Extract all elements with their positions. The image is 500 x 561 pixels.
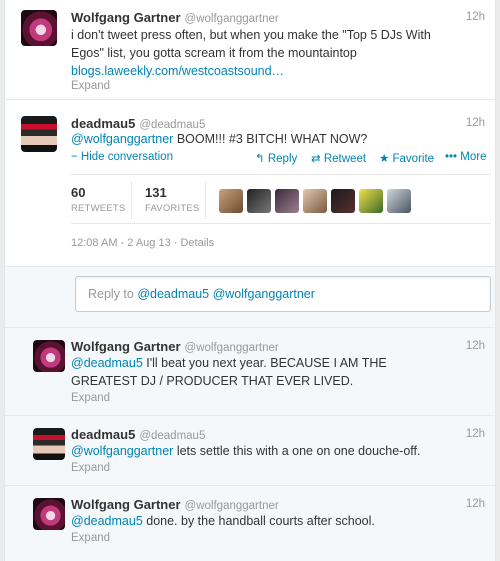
tweet-deadmau5-expanded[interactable]: deadmau5 @deadmau5 12h @wolfganggartner B… bbox=[5, 100, 495, 266]
retweet-icon: ⇄ bbox=[311, 153, 324, 165]
avatar[interactable] bbox=[21, 10, 57, 46]
timeline: Wolfgang Gartner @wolfganggartner 12h i d… bbox=[4, 0, 496, 561]
tweet-link[interactable]: blogs.laweekly.com/westcoastsound… bbox=[71, 62, 475, 80]
display-name[interactable]: Wolfgang Gartner bbox=[71, 339, 181, 354]
expand-link[interactable]: Expand bbox=[71, 462, 110, 474]
mention-link[interactable]: @wolfganggartner bbox=[71, 444, 173, 458]
tweet-text: i don't tweet press often, but when you … bbox=[71, 26, 475, 80]
tweet-text: @wolfganggartner lets settle this with a… bbox=[71, 442, 475, 460]
tweet-text-body: lets settle this with a one on one douch… bbox=[173, 444, 421, 458]
favorite-icon: ★ bbox=[379, 153, 393, 165]
tweet-stats: 60 RETWEETS 131 FAVORITES bbox=[71, 174, 491, 224]
expand-link[interactable]: Expand bbox=[71, 80, 110, 92]
avatar[interactable] bbox=[33, 498, 65, 530]
avatar[interactable] bbox=[21, 116, 57, 152]
user-name[interactable]: Wolfgang Gartner @wolfganggartner bbox=[71, 497, 279, 512]
timestamp[interactable]: 12h bbox=[466, 428, 485, 440]
divider bbox=[205, 181, 206, 219]
favorites-label: FAVORITES bbox=[145, 203, 200, 214]
tweet-text-body: I'll beat you next year. BECAUSE I AM TH… bbox=[142, 356, 387, 370]
user-name[interactable]: Wolfgang Gartner @wolfganggartner bbox=[71, 339, 279, 354]
divider bbox=[131, 181, 132, 219]
tweet-text-line: i don't tweet press often, but when you … bbox=[71, 28, 431, 42]
retweets-count: 60 bbox=[71, 185, 86, 200]
retweets-stat[interactable]: 60 RETWEETS bbox=[71, 185, 125, 214]
favorites-stat[interactable]: 131 FAVORITES bbox=[145, 185, 199, 214]
tweet-wolfgang[interactable]: Wolfgang Gartner @wolfganggartner 12h i d… bbox=[5, 0, 495, 100]
favoriter-avatar[interactable] bbox=[275, 189, 299, 213]
reply-tweet[interactable]: deadmau5 @deadmau5 12h @wolfganggartner l… bbox=[5, 416, 495, 486]
favorites-count: 131 bbox=[145, 185, 167, 200]
user-handle[interactable]: @deadmau5 bbox=[139, 430, 205, 442]
hide-conversation-icon: − bbox=[71, 151, 81, 163]
display-name[interactable]: deadmau5 bbox=[71, 427, 135, 442]
tweet-text: @wolfganggartner BOOM!!! #3 BITCH! WHAT … bbox=[71, 130, 475, 148]
user-handle[interactable]: @wolfganggartner bbox=[185, 342, 279, 354]
user-name[interactable]: Wolfgang Gartner @wolfganggartner bbox=[71, 10, 279, 25]
tweet-text-line: Egos" list, you gotta scream it from the… bbox=[71, 46, 357, 60]
mention-link[interactable]: @deadmau5 bbox=[71, 514, 143, 528]
display-name[interactable]: Wolfgang Gartner bbox=[71, 10, 181, 25]
favoriter-avatar[interactable] bbox=[247, 189, 271, 213]
favoriter-avatar[interactable] bbox=[219, 189, 243, 213]
reply-label: Reply bbox=[267, 153, 298, 165]
timestamp[interactable]: 12h bbox=[466, 498, 485, 510]
retweet-button[interactable]: ⇄ Retweet bbox=[311, 151, 366, 165]
display-name[interactable]: Wolfgang Gartner bbox=[71, 497, 181, 512]
more-icon: ••• bbox=[445, 151, 461, 163]
expand-link[interactable]: Expand bbox=[71, 532, 110, 544]
reply-button[interactable]: ↰ Reply bbox=[255, 151, 297, 165]
tweet-text-body: BOOM!!! #3 BITCH! WHAT NOW? bbox=[173, 132, 368, 146]
user-handle[interactable]: @wolfganggartner bbox=[185, 13, 279, 25]
expand-link[interactable]: Expand bbox=[71, 392, 110, 404]
retweets-label: RETWEETS bbox=[71, 203, 126, 214]
hide-conversation-label: Hide conversation bbox=[80, 151, 173, 163]
favoriter-avatar[interactable] bbox=[359, 189, 383, 213]
more-label: More bbox=[460, 151, 487, 163]
tweet-text-line: @deadmau5 I'll beat you next year. BECAU… bbox=[71, 354, 475, 372]
favoriter-avatar[interactable] bbox=[331, 189, 355, 213]
reply-mention: @deadmau5 bbox=[137, 287, 210, 301]
display-name[interactable]: deadmau5 bbox=[71, 116, 135, 131]
reply-prefix: Reply to bbox=[88, 287, 138, 301]
reply-mention: @wolfganggartner bbox=[212, 287, 315, 301]
reply-icon: ↰ bbox=[255, 153, 268, 165]
tweet-text: @deadmau5 done. by the handball courts a… bbox=[71, 512, 475, 530]
favoriter-avatar[interactable] bbox=[387, 189, 411, 213]
mention-link[interactable]: @wolfganggartner bbox=[71, 132, 173, 146]
avatar[interactable] bbox=[33, 340, 65, 372]
user-name[interactable]: deadmau5 @deadmau5 bbox=[71, 116, 205, 131]
tweet-meta[interactable]: 12:08 AM - 2 Aug 13 · Details bbox=[71, 237, 214, 249]
user-handle[interactable]: @wolfganggartner bbox=[185, 500, 279, 512]
tweet-text-line: GREATEST DJ / PRODUCER THAT EVER LIVED. bbox=[71, 374, 354, 388]
mention-link[interactable]: @deadmau5 bbox=[71, 356, 143, 370]
timestamp[interactable]: 12h bbox=[466, 340, 485, 352]
avatar[interactable] bbox=[33, 428, 65, 460]
retweet-label: Retweet bbox=[323, 153, 367, 165]
timestamp[interactable]: 12h bbox=[466, 11, 485, 23]
favorite-label: Favorite bbox=[392, 153, 435, 165]
reply-input[interactable]: Reply to @deadmau5 @wolfganggartner bbox=[75, 276, 491, 312]
reply-tweet[interactable]: Wolfgang Gartner @wolfganggartner 12h @de… bbox=[5, 486, 495, 561]
tweet-text-body: done. by the handball courts after schoo… bbox=[142, 514, 375, 528]
hide-conversation-button[interactable]: − Hide conversation bbox=[71, 151, 173, 163]
user-name[interactable]: deadmau5 @deadmau5 bbox=[71, 427, 205, 442]
reply-tweet[interactable]: Wolfgang Gartner @wolfganggartner 12h @de… bbox=[5, 328, 495, 416]
more-button[interactable]: ••• More bbox=[445, 151, 486, 163]
tweet-text: @deadmau5 I'll beat you next year. BECAU… bbox=[71, 354, 475, 390]
favorite-button[interactable]: ★ Favorite bbox=[379, 151, 434, 165]
timestamp[interactable]: 12h bbox=[466, 117, 485, 129]
favoriter-avatar[interactable] bbox=[303, 189, 327, 213]
